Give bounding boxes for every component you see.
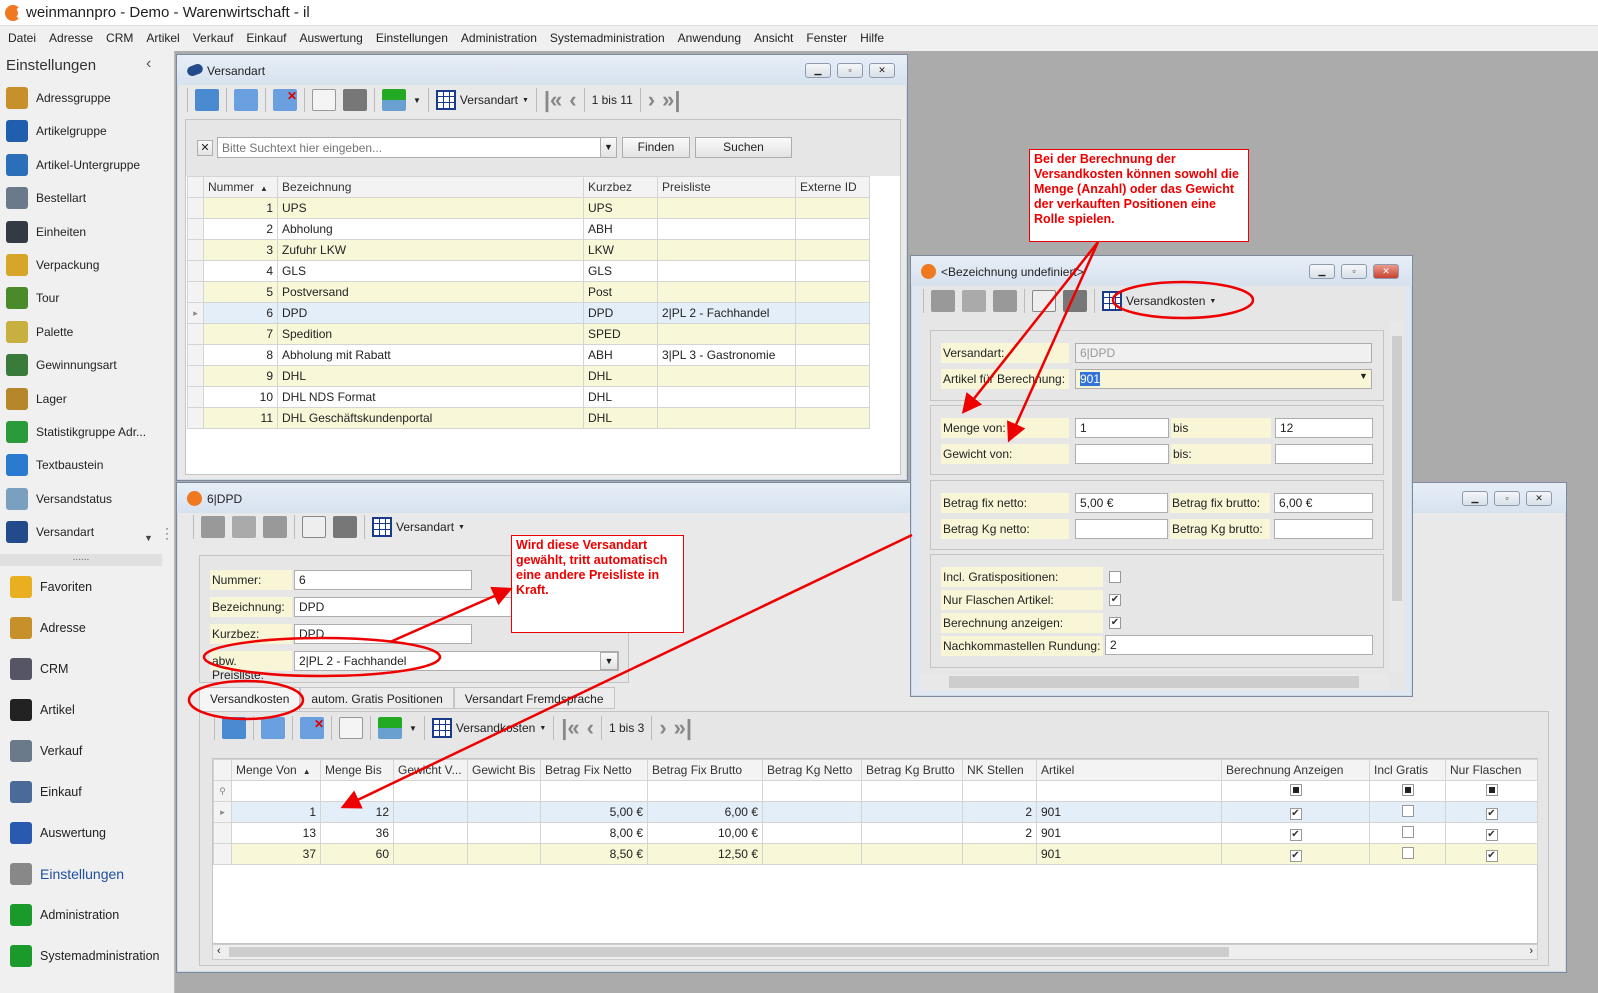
annotation-overlay — [187, 241, 1255, 809]
highlight-ellipse — [202, 636, 442, 678]
highlight-ellipse — [1111, 280, 1255, 320]
annotation-arrow — [1007, 241, 1100, 443]
annotation-arrow — [961, 241, 1099, 414]
annotation-arrow — [340, 533, 913, 809]
highlight-ellipse — [187, 679, 305, 721]
annotation-arrow — [389, 586, 513, 644]
